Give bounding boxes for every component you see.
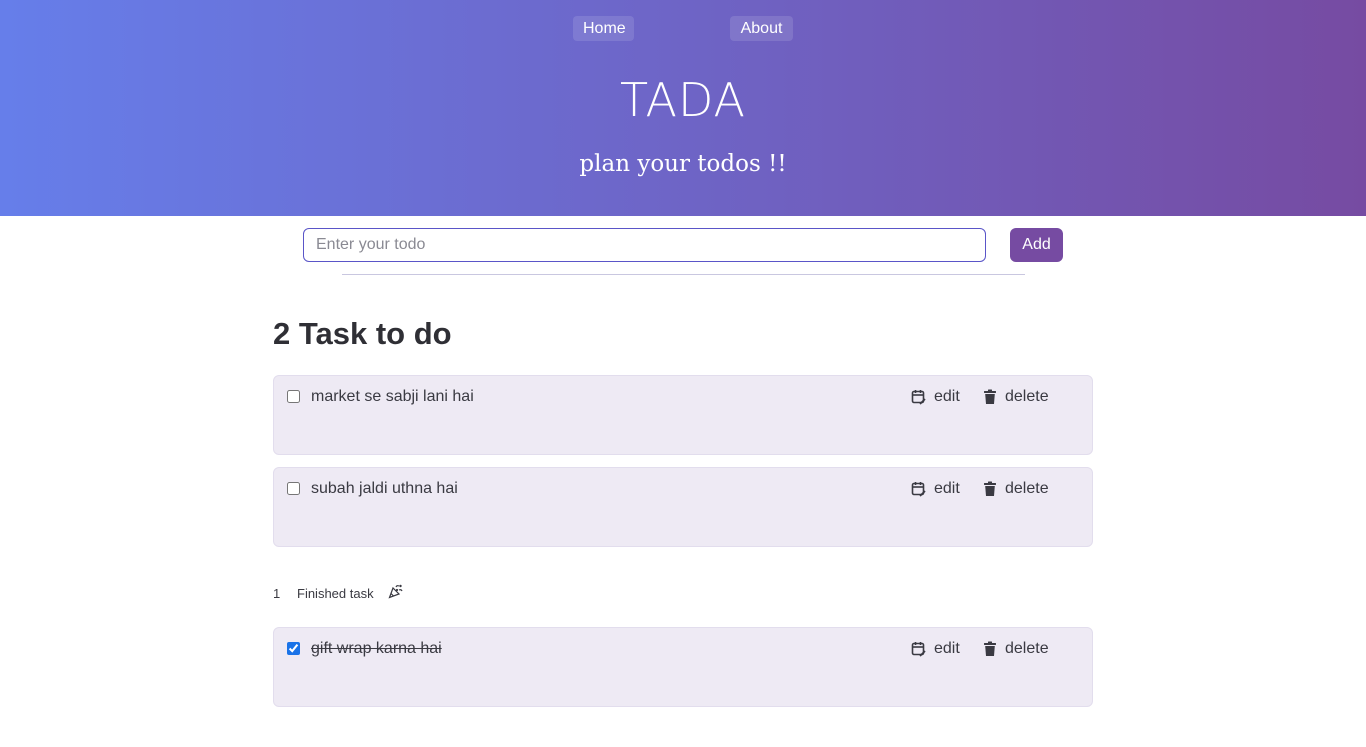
- delete-label: delete: [1005, 640, 1049, 657]
- edit-button[interactable]: edit: [911, 386, 960, 408]
- divider: [342, 274, 1025, 275]
- app-title: TADA: [619, 73, 747, 127]
- finished-heading: 1 Finished task: [273, 584, 403, 602]
- task-text: gift wrap karna hai: [311, 640, 442, 657]
- task-card: subah jaldi uthna hai edit delete: [273, 467, 1093, 547]
- delete-label: delete: [1005, 480, 1049, 497]
- pending-heading: 2 Task to do: [273, 314, 452, 354]
- finished-label: Finished task: [297, 585, 374, 601]
- task-checkbox[interactable]: [287, 642, 300, 655]
- edit-label: edit: [934, 640, 960, 657]
- trash-icon: [983, 389, 997, 405]
- nav-about-link[interactable]: About: [730, 16, 793, 41]
- calendar-edit-icon: [911, 389, 926, 405]
- trash-icon: [983, 641, 997, 657]
- todo-input[interactable]: [303, 228, 986, 262]
- add-todo-button[interactable]: Add: [1010, 228, 1063, 262]
- task-text: subah jaldi uthna hai: [311, 480, 458, 497]
- party-popper-icon: [388, 584, 403, 602]
- delete-button[interactable]: delete: [983, 478, 1049, 500]
- edit-button[interactable]: edit: [911, 478, 960, 500]
- delete-label: delete: [1005, 388, 1049, 405]
- calendar-edit-icon: [911, 641, 926, 657]
- nav-home-link[interactable]: Home: [573, 16, 634, 41]
- pending-count: 2: [273, 316, 291, 351]
- pending-heading-label: Task to do: [298, 316, 452, 351]
- header-banner: Home About TADA plan your todos !!: [0, 0, 1366, 216]
- edit-label: edit: [934, 480, 960, 497]
- edit-button[interactable]: edit: [911, 638, 960, 660]
- delete-button[interactable]: delete: [983, 386, 1049, 408]
- calendar-edit-icon: [911, 481, 926, 497]
- finished-count: 1: [273, 585, 281, 601]
- trash-icon: [983, 481, 997, 497]
- task-checkbox[interactable]: [287, 482, 300, 495]
- app-subtitle: plan your todos !!: [579, 151, 787, 177]
- task-card: market se sabji lani hai edit delete: [273, 375, 1093, 455]
- edit-label: edit: [934, 388, 960, 405]
- task-text: market se sabji lani hai: [311, 388, 474, 405]
- task-card-finished: gift wrap karna hai edit delete: [273, 627, 1093, 707]
- task-checkbox[interactable]: [287, 390, 300, 403]
- delete-button[interactable]: delete: [983, 638, 1049, 660]
